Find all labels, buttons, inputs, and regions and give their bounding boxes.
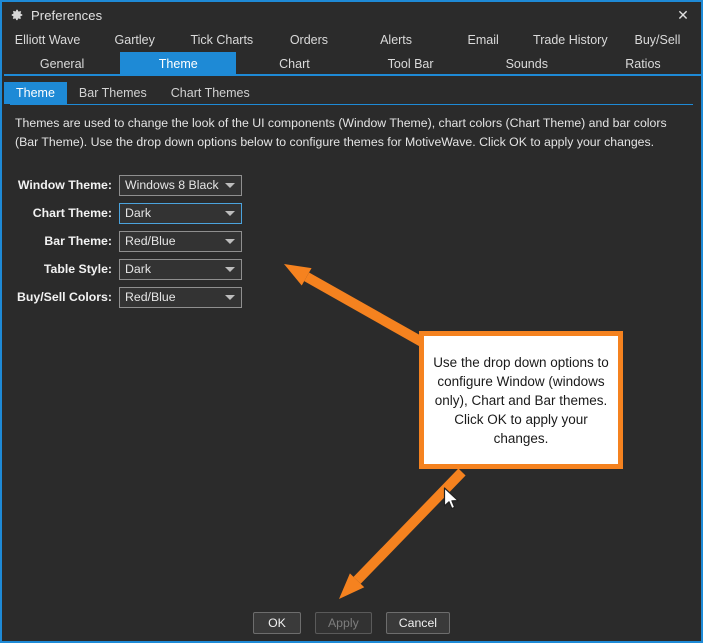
subtab-bar-themes[interactable]: Bar Themes (67, 82, 159, 104)
tab-chart[interactable]: Chart (236, 52, 352, 76)
chevron-down-icon[interactable] (225, 295, 235, 300)
label-bar-theme: Bar Theme: (44, 234, 112, 248)
form-row-table-style: Table Style: Dark (2, 258, 252, 280)
form-row-buy-sell-colors: Buy/Sell Colors: Red/Blue (2, 286, 252, 308)
tab-theme[interactable]: Theme (120, 52, 237, 76)
tab-label: Gartley (114, 33, 155, 47)
dropdown-value: Red/Blue (125, 234, 176, 248)
dialog-button-bar: OK Apply Cancel (2, 612, 701, 634)
form-row-bar-theme: Bar Theme: Red/Blue (2, 230, 252, 252)
subtab-label: Theme (16, 86, 55, 100)
tab-tick-charts[interactable]: Tick Charts (178, 28, 265, 52)
tab-general[interactable]: General (4, 52, 120, 76)
button-label: Cancel (398, 616, 438, 630)
button-label: OK (268, 616, 286, 630)
arrow-to-dropdowns-head (284, 264, 312, 286)
tab-orders[interactable]: Orders (265, 28, 352, 52)
tab-strip-underline (4, 74, 701, 76)
dropdown-value: Dark (125, 206, 151, 220)
ok-button[interactable]: OK (252, 612, 301, 634)
tab-label: Sounds (505, 57, 548, 71)
tab-label: Elliott Wave (14, 33, 81, 47)
dropdown-value: Dark (125, 262, 151, 276)
dropdown-value: Windows 8 Black (125, 178, 219, 192)
dropdown-chart-theme[interactable]: Dark (119, 202, 242, 224)
subtab-theme[interactable]: Theme (4, 82, 67, 104)
cancel-button[interactable]: Cancel (385, 612, 451, 634)
tab-tool-bar[interactable]: Tool Bar (353, 52, 469, 76)
tab-elliott-wave[interactable]: Elliott Wave (4, 28, 91, 52)
dropdown-table-style[interactable]: Dark (119, 258, 242, 280)
button-label: Apply (327, 616, 359, 630)
theme-settings-form: Window Theme: Windows 8 Black Chart Theme:… (2, 174, 252, 314)
preferences-dialog: Preferences ✕ Elliott Wave Gartley Tick Ch… (0, 0, 703, 643)
tab-label: Alerts (380, 33, 413, 47)
subtab-label: Bar Themes (78, 86, 147, 100)
chevron-down-icon[interactable] (225, 239, 235, 244)
window-title: Preferences (31, 7, 103, 23)
tab-label: Theme (158, 57, 198, 71)
tab-trade-history[interactable]: Trade History (527, 28, 614, 52)
form-row-window-theme: Window Theme: Windows 8 Black (2, 174, 252, 196)
subtab-chart-themes[interactable]: Chart Themes (159, 82, 262, 104)
subtab-label: Chart Themes (170, 86, 250, 100)
main-tab-strip: Elliott Wave Gartley Tick Charts Orders Aler… (4, 28, 701, 76)
chevron-down-icon[interactable] (225, 183, 235, 188)
dropdown-bar-theme[interactable]: Red/Blue (119, 230, 242, 252)
form-row-chart-theme: Chart Theme: Dark (2, 202, 252, 224)
tab-label: Tool Bar (387, 57, 434, 71)
tab-label: Orders (289, 33, 329, 47)
tab-ratios[interactable]: Ratios (585, 52, 701, 76)
tab-gartley[interactable]: Gartley (91, 28, 178, 52)
tab-label: Chart (279, 57, 310, 71)
arrow-to-dropdowns-shaft (304, 272, 425, 347)
tab-label: Buy/Sell (634, 33, 681, 47)
title-bar: Preferences ✕ (2, 2, 701, 28)
tab-label: Trade History (533, 33, 608, 47)
tab-email[interactable]: Email (440, 28, 527, 52)
mouse-pointer-icon (443, 487, 459, 510)
tab-buy-sell[interactable]: Buy/Sell (614, 28, 701, 52)
sub-tab-strip: Theme Bar Themes Chart Themes (4, 82, 701, 104)
arrow-to-ok-button-head (339, 573, 365, 599)
label-chart-theme: Chart Theme: (32, 206, 112, 220)
dropdown-value: Red/Blue (125, 290, 176, 304)
tab-label: Tick Charts (190, 33, 254, 47)
tab-sounds[interactable]: Sounds (469, 52, 585, 76)
chevron-down-icon[interactable] (225, 267, 235, 272)
label-window-theme: Window Theme: (17, 178, 112, 192)
tab-row-bottom: General Theme Chart Tool Bar Sounds Ratios (4, 52, 701, 76)
close-icon[interactable]: ✕ (665, 2, 701, 28)
annotation-callout-text: Use the drop down options to configure W… (433, 354, 609, 446)
tab-label: Ratios (625, 57, 661, 71)
apply-button: Apply (314, 612, 372, 634)
panel-description: Themes are used to change the look of th… (15, 116, 667, 149)
dropdown-window-theme[interactable]: Windows 8 Black (119, 174, 242, 196)
tab-row-top: Elliott Wave Gartley Tick Charts Orders Aler… (4, 28, 701, 52)
gear-icon (10, 8, 24, 22)
tab-label: Email (467, 33, 499, 47)
tab-label: General (39, 57, 85, 71)
tab-alerts[interactable]: Alerts (353, 28, 440, 52)
sub-tab-underline (10, 104, 693, 105)
chevron-down-icon[interactable] (225, 211, 235, 216)
label-table-style: Table Style: (43, 262, 112, 276)
annotation-callout: Use the drop down options to configure W… (419, 331, 623, 469)
label-buy-sell-colors: Buy/Sell Colors: (17, 290, 112, 304)
dropdown-buy-sell-colors[interactable]: Red/Blue (119, 286, 242, 308)
